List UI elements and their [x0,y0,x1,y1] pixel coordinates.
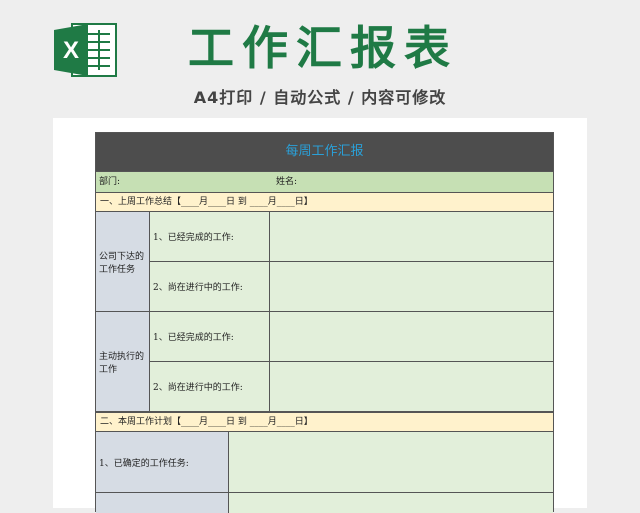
dept-name-row: 部门: 姓名: [96,171,553,192]
self-in-progress-label: 2、尚在进行中的工作: [150,362,270,412]
report-sheet: 每周工作汇报 部门: 姓名: 一、上周工作总结【____月____日 到 ___… [95,132,554,513]
group-self-label: 主动执行的工作 [99,351,145,375]
page-subtitle: A4打印 / 自动公式 / 内容可修改 [193,88,447,107]
excel-icon: X [54,23,117,77]
banner: X 工作汇报表 A4打印 / 自动公式 / 内容可修改 [0,0,640,118]
excel-logo-letter: X [63,37,79,64]
section-last-week: 一、上周工作总结【____月____日 到 ____月____日】 [96,192,553,212]
section-this-week: 二、本周工作计划【____月____日 到 ____月____日】 [96,412,553,432]
group-self-initiated: 主动执行的工作 [96,312,150,412]
assigned-in-progress-input[interactable] [270,262,553,312]
name-label: 姓名: [276,177,298,187]
next-row-input[interactable] [229,493,553,513]
page-title: 工作汇报表 [188,21,458,75]
self-completed-label: 1、已经完成的工作: [150,312,270,362]
assigned-completed-input[interactable] [270,212,553,262]
next-row-label [96,493,229,513]
sheet-title: 每周工作汇报 [96,133,553,171]
self-completed-input[interactable] [270,312,553,362]
group-assigned-label: 公司下达的工作任务 [99,251,145,275]
confirmed-tasks-input[interactable] [229,432,553,493]
assigned-completed-label: 1、已经完成的工作: [150,212,270,262]
self-in-progress-input[interactable] [270,362,553,412]
group-assigned-tasks: 公司下达的工作任务 [96,212,150,312]
dept-label: 部门: [99,177,121,187]
confirmed-tasks-label: 1、已确定的工作任务: [96,432,229,493]
assigned-in-progress-label: 2、尚在进行中的工作: [150,262,270,312]
